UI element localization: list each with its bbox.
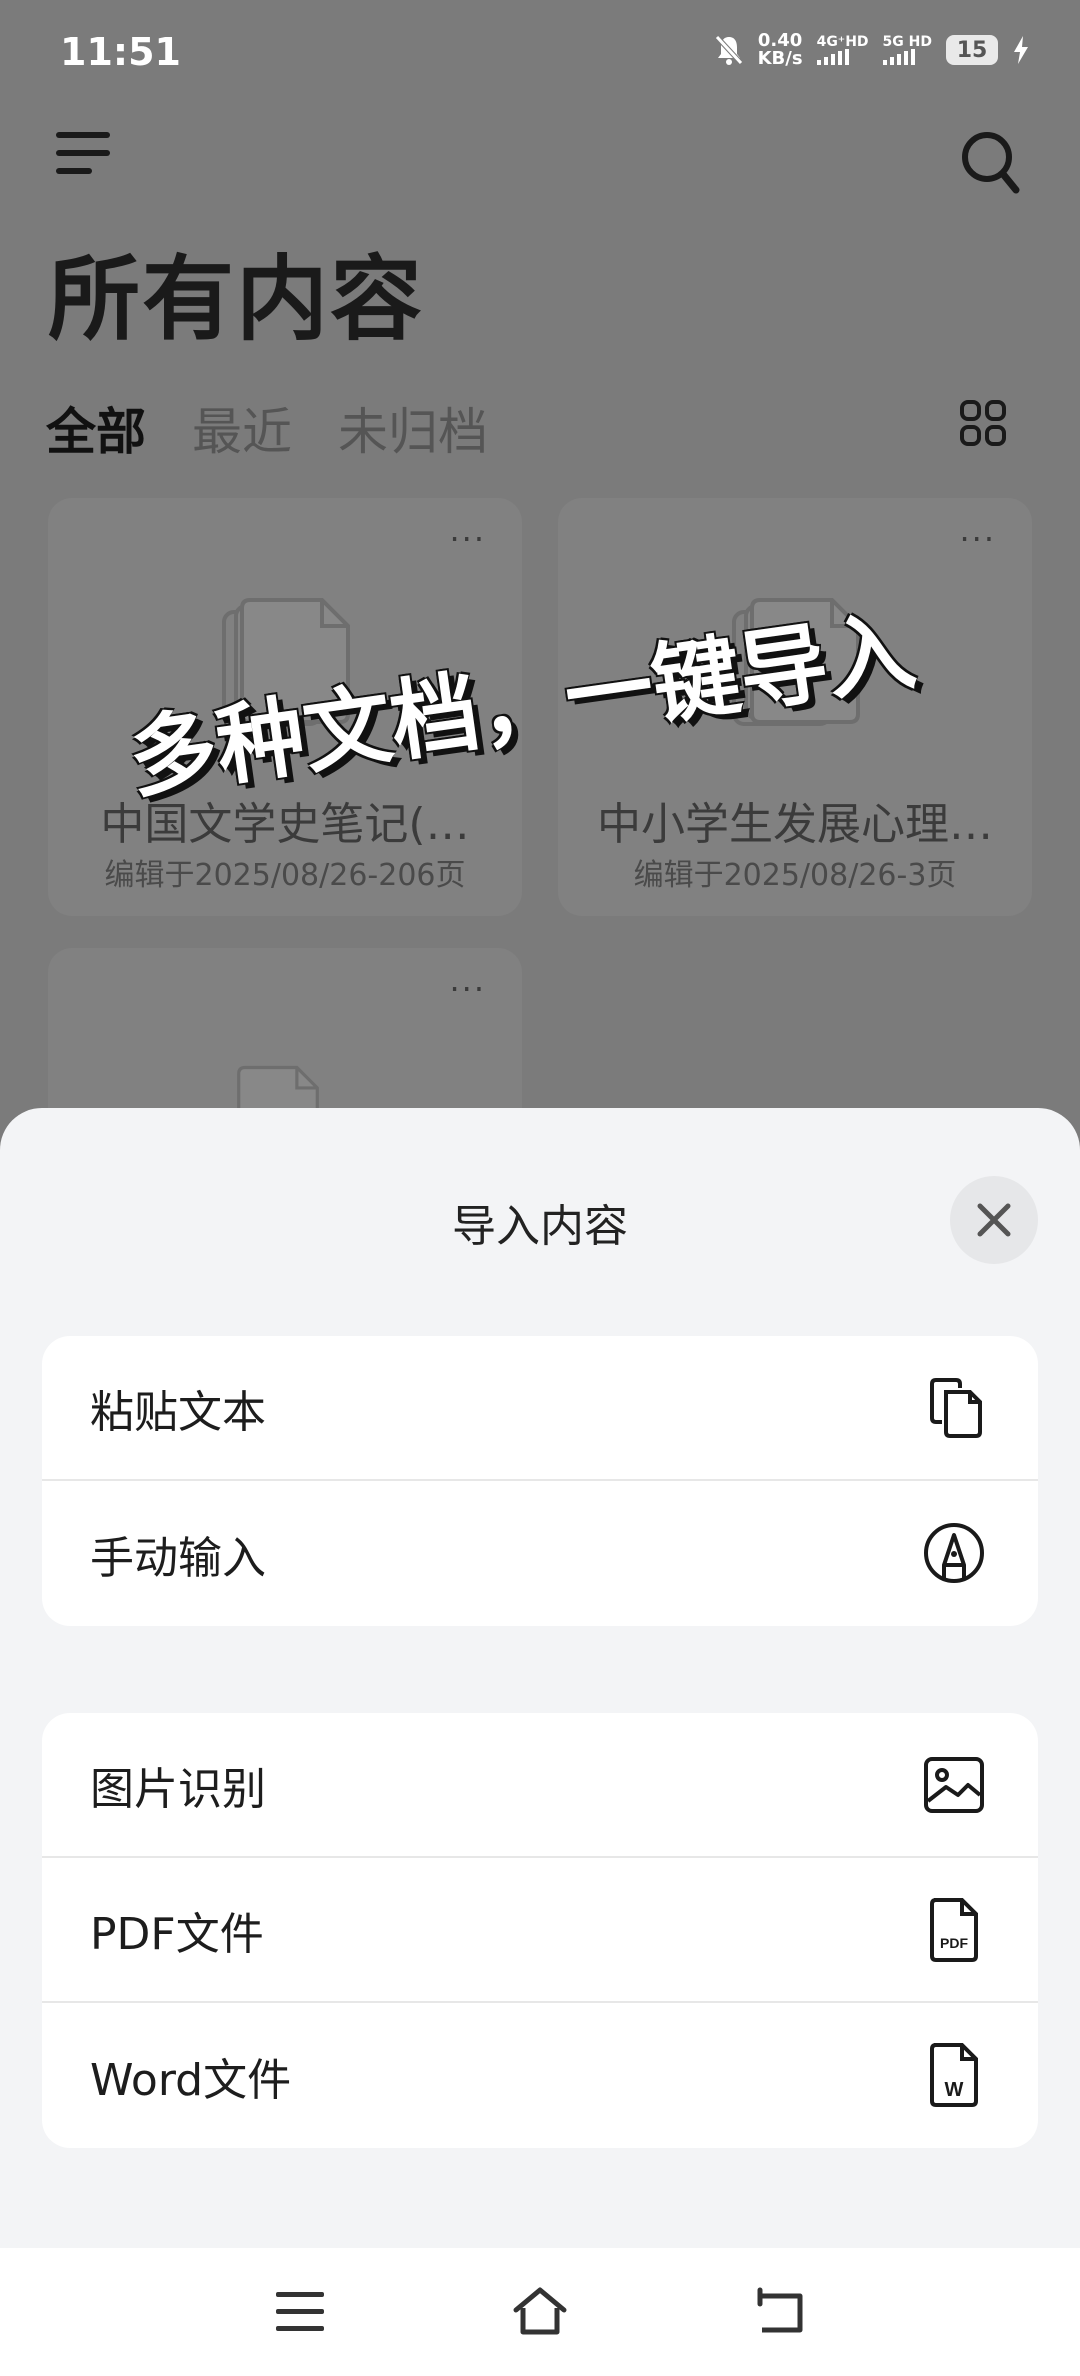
menu-icon[interactable] xyxy=(56,130,112,176)
tab-unarchived[interactable]: 未归档 xyxy=(338,392,488,464)
row-label: Word文件 xyxy=(90,2054,292,2106)
grid-view-icon[interactable] xyxy=(960,400,1006,446)
import-paste-text[interactable]: 粘贴文本 xyxy=(42,1336,1038,1481)
status-time: 11:51 xyxy=(60,30,181,74)
charging-bolt-icon xyxy=(1014,36,1028,64)
card-title: 中国文学史笔记(… xyxy=(100,799,470,850)
more-options-icon[interactable]: ··· xyxy=(449,970,486,1008)
image-icon xyxy=(924,1757,984,1813)
close-icon xyxy=(977,1203,1011,1237)
page-title: 所有内容 xyxy=(48,246,425,353)
signal-bars-icon xyxy=(882,49,932,65)
row-label: 图片识别 xyxy=(90,1763,266,1815)
row-label: 粘贴文本 xyxy=(90,1386,266,1438)
signal-4g: 4G⁺HD xyxy=(816,35,869,65)
more-options-icon[interactable]: ··· xyxy=(449,520,486,558)
search-icon[interactable] xyxy=(960,130,1020,196)
row-label: PDF文件 xyxy=(90,1908,264,1960)
more-options-icon[interactable]: ··· xyxy=(959,520,996,558)
row-label: 手动输入 xyxy=(90,1532,266,1584)
import-sheet: 导入内容 粘贴文本 手动输入 图片识别 PDF文件 PDF Word文件 W xyxy=(0,1108,1080,2248)
pdf-icon: PDF xyxy=(930,1898,978,1962)
word-icon: W xyxy=(930,2043,978,2107)
signal-5g: 5G HD xyxy=(882,35,932,65)
word-badge: W xyxy=(945,2079,964,2101)
sheet-title: 导入内容 xyxy=(452,1201,628,1252)
import-group-files: 图片识别 PDF文件 PDF Word文件 W xyxy=(42,1713,1038,2148)
import-pdf-file[interactable]: PDF文件 PDF xyxy=(42,1858,1038,2003)
import-group-text: 粘贴文本 手动输入 xyxy=(42,1336,1038,1626)
pdf-badge: PDF xyxy=(940,1935,968,1951)
back-icon[interactable] xyxy=(752,2286,808,2338)
filter-tabs: 全部 最近 未归档 xyxy=(46,392,488,464)
system-nav-bar xyxy=(0,2248,1080,2376)
network-speed: 0.40 KB/s xyxy=(757,30,803,69)
tab-all[interactable]: 全部 xyxy=(46,392,146,464)
mute-bell-icon xyxy=(714,35,743,65)
tab-recent[interactable]: 最近 xyxy=(192,392,292,464)
status-icons: 0.40 KB/s 4G⁺HD 5G HD 15 xyxy=(714,32,1030,68)
battery-indicator: 15 xyxy=(946,35,998,65)
import-manual-input[interactable]: 手动输入 xyxy=(42,1481,1038,1626)
home-icon[interactable] xyxy=(512,2286,568,2338)
pen-icon xyxy=(924,1523,984,1583)
recent-apps-icon[interactable] xyxy=(272,2286,328,2338)
close-button[interactable] xyxy=(950,1176,1038,1264)
card-subtitle: 编辑于2025/08/26-206页 xyxy=(104,858,466,893)
import-image-recognition[interactable]: 图片识别 xyxy=(42,1713,1038,1858)
copy-icon xyxy=(930,1378,982,1438)
card-title: 中小学生发展心理… xyxy=(597,799,993,850)
status-bar: 11:51 0.40 KB/s 4G⁺HD 5G HD 15 xyxy=(0,0,1080,110)
import-word-file[interactable]: Word文件 W xyxy=(42,2003,1038,2148)
signal-bars-icon xyxy=(816,49,869,65)
card-subtitle: 编辑于2025/08/26-3页 xyxy=(633,858,957,893)
